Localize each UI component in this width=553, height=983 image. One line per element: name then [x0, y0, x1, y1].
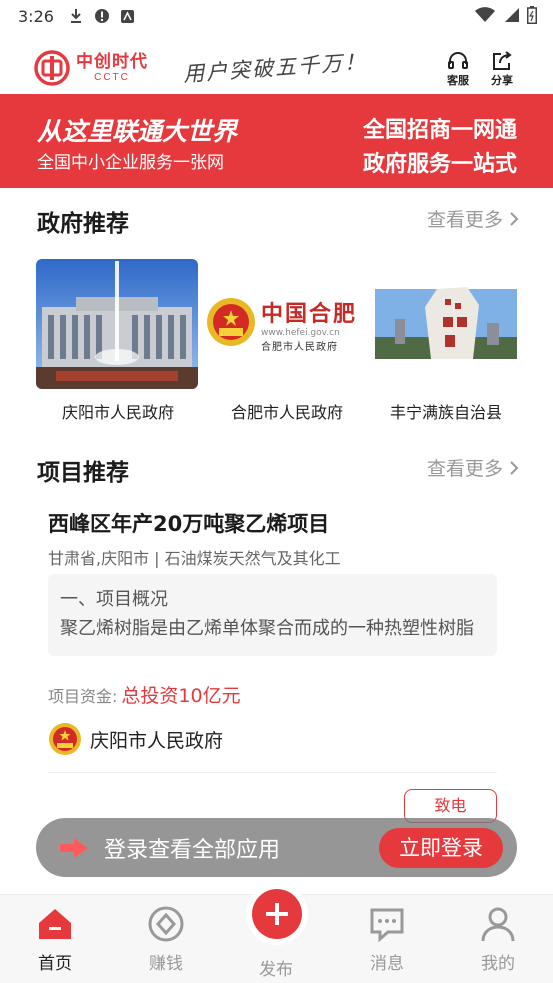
download-icon: [68, 8, 84, 24]
chevron-right-icon: [510, 211, 519, 226]
login-prompt-bar: 登录查看全部应用 立即登录: [36, 818, 517, 877]
nav-publish[interactable]: [246, 883, 308, 945]
app-header: 中创时代 CCTC 用户突破五千万！ 客服 分享: [0, 40, 553, 94]
banner-headline: 从这里联通大世界: [37, 117, 238, 146]
nav-earn[interactable]: 赚钱: [136, 905, 196, 974]
nav-home-label: 首页: [38, 954, 72, 974]
national-emblem-icon: [49, 723, 81, 755]
logo-en: CCTC: [94, 71, 130, 83]
gov-card-hefei[interactable]: 中国合肥 www.hefei.gov.cn 合肥市人民政府 合肥市人民政府: [205, 259, 369, 423]
project-fund: 项目资金: 总投资10亿元: [48, 681, 241, 708]
logo-icon: [34, 50, 70, 86]
project-summary-heading: 一、项目概况: [60, 589, 168, 610]
home-icon: [39, 909, 71, 939]
alert-icon: [94, 8, 110, 24]
fund-label: 项目资金:: [48, 687, 118, 706]
login-button[interactable]: 立即登录: [379, 828, 503, 868]
gov-name-qingyang: 庆阳市人民政府: [61, 403, 174, 422]
gov-section-title: 政府推荐: [37, 211, 129, 237]
nav-profile-label: 我的: [481, 954, 515, 974]
owner-name: 庆阳市人民政府: [90, 729, 224, 752]
hefei-logo-url: www.hefei.gov.cn: [261, 327, 340, 338]
service-label: 客服: [447, 74, 469, 87]
banner-subline: 全国中小企业服务一张网: [37, 153, 224, 173]
status-right: [475, 6, 537, 28]
banner-right-top: 全国招商一网通: [362, 118, 517, 143]
divider: [48, 772, 497, 773]
gov-image-fengning: [375, 259, 517, 389]
app-notification-icon: [120, 8, 136, 24]
gov-more-label: 查看更多: [426, 209, 503, 231]
share-icon: [493, 51, 512, 70]
money-icon: [148, 906, 184, 942]
promo-banner[interactable]: 从这里联通大世界 全国中小企业服务一张网 全国招商一网通 政府服务一站式: [0, 94, 553, 188]
headset-icon: [448, 52, 468, 69]
message-icon: [370, 908, 404, 943]
status-time: 3:26: [18, 6, 54, 26]
share-button[interactable]: 分享: [484, 50, 520, 88]
slogan: 用户突破五千万！: [182, 49, 368, 87]
project-more-label: 查看更多: [426, 458, 503, 480]
share-label: 分享: [491, 74, 513, 87]
login-prompt-text: 登录查看全部应用: [104, 837, 281, 863]
nav-publish-label-wrap[interactable]: 发布: [246, 955, 306, 980]
gov-image-hefei: 中国合肥 www.hefei.gov.cn 合肥市人民政府: [205, 259, 367, 389]
brand-logo: 中创时代 CCTC: [34, 50, 148, 86]
fund-value: 总投资10亿元: [121, 685, 241, 707]
chevron-right-icon: [510, 460, 519, 475]
project-summary[interactable]: 一、项目概况 聚乙烯树脂是由乙烯单体聚合而成的一种热塑性树脂: [48, 574, 497, 656]
gov-card-qingyang[interactable]: 庆阳市人民政府: [36, 259, 200, 423]
banner-right-bottom: 政府服务一站式: [362, 152, 517, 177]
nav-home[interactable]: 首页: [25, 905, 85, 974]
wifi-icon: [475, 7, 495, 27]
hefei-logo-title: 中国合肥: [261, 301, 358, 327]
nav-messages-label: 消息: [370, 954, 404, 974]
nav-publish-label: 发布: [259, 960, 293, 980]
gov-name-hefei: 合肥市人民政府: [230, 403, 343, 422]
service-button[interactable]: 客服: [440, 50, 476, 88]
bottom-nav: 首页 赚钱 发布 消息 我的: [0, 883, 553, 983]
project-location: 甘肃省,庆阳市 | 石油煤炭天然气及其化工: [48, 549, 341, 568]
project-owner[interactable]: 庆阳市人民政府: [48, 722, 223, 756]
arrow-right-icon: [60, 837, 88, 858]
project-section-title: 项目推荐: [37, 460, 129, 486]
gov-card-fengning[interactable]: 丰宁满族自治县: [375, 259, 539, 423]
gov-image-qingyang: [36, 259, 198, 389]
user-icon: [481, 907, 515, 942]
gov-more-link[interactable]: 查看更多: [427, 205, 519, 232]
project-summary-text: 聚乙烯树脂是由乙烯单体聚合而成的一种热塑性树脂: [60, 618, 474, 639]
project-title[interactable]: 西峰区年产20万吨聚乙烯项目: [48, 508, 329, 538]
logo-cn: 中创时代: [76, 51, 148, 72]
status-bar: 3:26: [0, 0, 553, 32]
gov-name-fengning: 丰宁满族自治县: [389, 403, 502, 422]
battery-icon: [527, 6, 537, 28]
project-more-link[interactable]: 查看更多: [427, 454, 519, 481]
plus-icon: [266, 903, 288, 925]
nav-earn-label: 赚钱: [149, 954, 183, 974]
national-emblem-icon: [207, 298, 255, 346]
nav-messages[interactable]: 消息: [357, 905, 417, 974]
hefei-logo-sub: 合肥市人民政府: [261, 341, 338, 353]
nav-profile[interactable]: 我的: [468, 905, 528, 974]
signal-icon: [503, 7, 519, 27]
